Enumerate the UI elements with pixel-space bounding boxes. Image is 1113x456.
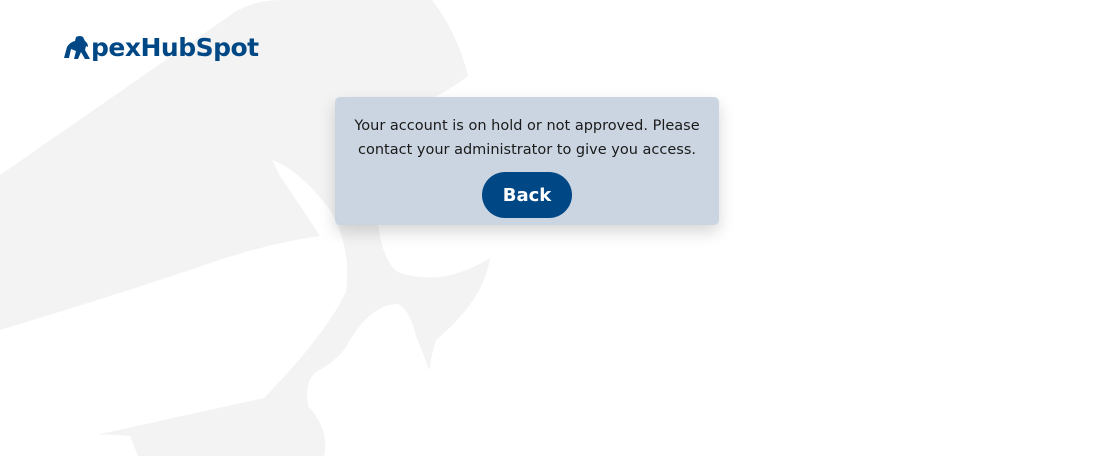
brand-logo[interactable]: pexHubSpot <box>62 32 259 62</box>
gorilla-watermark-icon <box>0 0 490 456</box>
dialog-message: Your account is on hold or not approved.… <box>354 118 700 158</box>
gorilla-logo-icon <box>64 36 90 59</box>
back-button[interactable]: Back <box>482 172 572 218</box>
brand-name: pexHubSpot <box>91 32 259 62</box>
account-on-hold-dialog: Your account is on hold or not approved.… <box>335 97 719 225</box>
